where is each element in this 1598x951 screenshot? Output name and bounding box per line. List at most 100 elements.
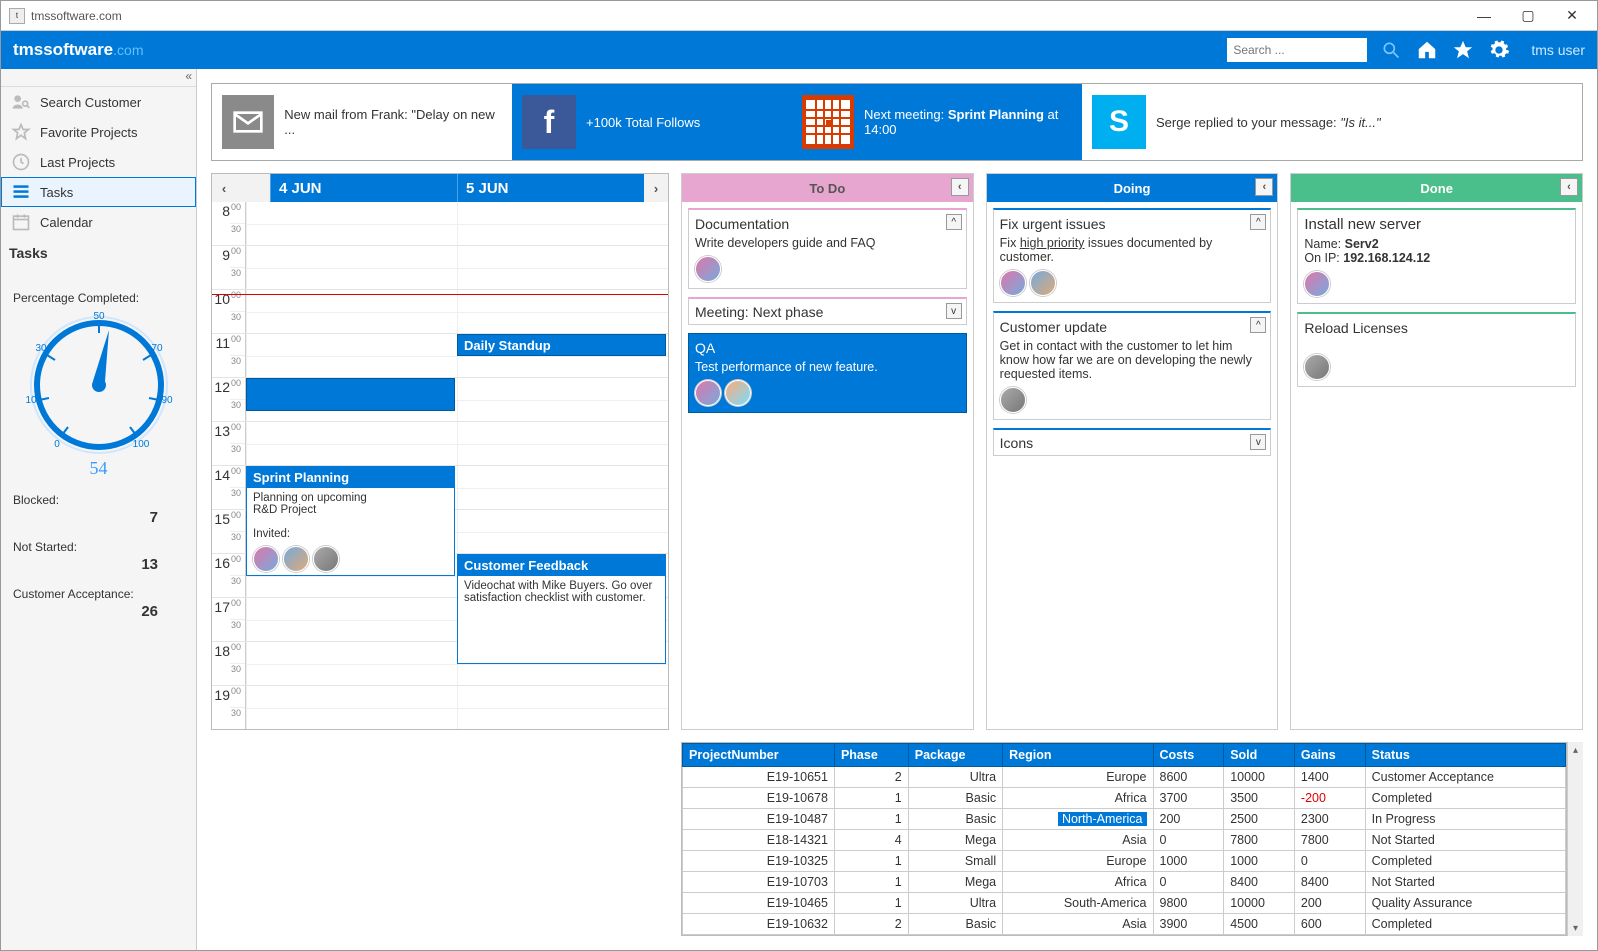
table-row[interactable]: E19-103251SmallEurope100010000Completed [683, 851, 1566, 872]
gear-icon[interactable] [1487, 38, 1511, 62]
card-icons[interactable]: v Icons [993, 428, 1272, 456]
svg-text:90: 90 [161, 395, 173, 406]
grid-cell: South-America [1003, 893, 1153, 914]
sidebar-item-label: Tasks [40, 185, 73, 200]
grid-cell: E19-10487 [683, 809, 835, 830]
calendar-day-header[interactable]: 5 JUN [457, 174, 644, 202]
grid-header[interactable]: Costs [1153, 744, 1224, 767]
sidebar-item-calendar[interactable]: Calendar [1, 207, 196, 237]
sidebar-item-search-customer[interactable]: Search Customer [1, 87, 196, 117]
calendar-event[interactable]: Customer FeedbackVideochat with Mike Buy… [457, 554, 666, 664]
card-customer-update[interactable]: ^ Customer update Get in contact with th… [993, 311, 1272, 420]
table-row[interactable]: E19-107031MegaAfrica084008400Not Started [683, 872, 1566, 893]
card-expand-icon[interactable]: v [946, 303, 962, 319]
card-expand-icon[interactable]: ^ [946, 214, 962, 230]
svg-text:0: 0 [54, 439, 60, 450]
grid-cell: 8600 [1153, 767, 1224, 788]
user-label[interactable]: tms user [1531, 42, 1585, 58]
card-qa[interactable]: QA Test performance of new feature. [688, 333, 967, 413]
grid-scrollbar[interactable]: ▴ ▾ [1567, 742, 1583, 936]
card-reload-licenses[interactable]: Reload Licenses [1297, 312, 1576, 387]
board-collapse-icon[interactable]: ‹ [1560, 178, 1578, 196]
sidebar-item-tasks[interactable]: Tasks [1, 177, 196, 207]
calendar-event[interactable]: Daily Standup [457, 334, 666, 356]
main-area: New mail from Frank: "Delay on new ... f… [197, 69, 1597, 950]
grid-cell: 1 [834, 809, 908, 830]
facebook-icon: f [522, 95, 576, 149]
tile-meeting[interactable]: Next meeting: Sprint Planning at 14:00 [792, 84, 1082, 160]
calendar-event[interactable]: Sprint PlanningPlanning on upcomingR&D P… [246, 466, 455, 576]
table-row[interactable]: E19-104651UltraSouth-America980010000200… [683, 893, 1566, 914]
grid-cell: Small [908, 851, 1002, 872]
calendar-icon [10, 211, 32, 233]
board-collapse-icon[interactable]: ‹ [1255, 178, 1273, 196]
grid-cell: E19-10465 [683, 893, 835, 914]
grid-header[interactable]: Status [1365, 744, 1565, 767]
star-icon[interactable] [1451, 38, 1475, 62]
grid-cell: -200 [1294, 788, 1365, 809]
card-expand-icon[interactable]: v [1250, 434, 1266, 450]
grid-cell: 1000 [1153, 851, 1224, 872]
table-row[interactable]: E19-106512UltraEurope8600100001400Custom… [683, 767, 1566, 788]
avatar [1000, 270, 1026, 296]
grid-cell: 8400 [1224, 872, 1295, 893]
calendar-day-header[interactable]: 4 JUN [270, 174, 457, 202]
sidebar-item-favorite-projects[interactable]: Favorite Projects [1, 117, 196, 147]
sidebar-item-last-projects[interactable]: Last Projects [1, 147, 196, 177]
maximize-button[interactable]: ▢ [1515, 6, 1541, 26]
home-icon[interactable] [1415, 38, 1439, 62]
grid-header[interactable]: Phase [834, 744, 908, 767]
tile-facebook[interactable]: f +100k Total Follows [512, 84, 792, 160]
grid-header[interactable]: Sold [1224, 744, 1295, 767]
card-title: Reload Licenses [1304, 320, 1569, 336]
scroll-up-icon[interactable]: ▴ [1568, 742, 1583, 758]
grid-cell: Basic [908, 914, 1002, 935]
card-body: Get in contact with the customer to let … [1000, 339, 1265, 381]
grid-cell: 7800 [1224, 830, 1295, 851]
close-button[interactable]: ✕ [1559, 6, 1585, 26]
grid-cell: 1 [834, 893, 908, 914]
board-collapse-icon[interactable]: ‹ [951, 178, 969, 196]
grid-cell: E18-14321 [683, 830, 835, 851]
grid-cell: 7800 [1294, 830, 1365, 851]
grid-cell: 600 [1294, 914, 1365, 935]
calendar-next[interactable]: › [644, 174, 668, 202]
calendar-prev[interactable]: ‹ [212, 174, 236, 202]
topbar: tmssoftware.com tms user [1, 31, 1597, 69]
minimize-button[interactable]: — [1471, 6, 1497, 26]
table-row[interactable]: E19-104871BasicNorth-America20025002300I… [683, 809, 1566, 830]
search-input[interactable] [1227, 38, 1367, 62]
grid-cell: 4500 [1224, 914, 1295, 935]
card-meeting-next-phase[interactable]: v Meeting: Next phase [688, 297, 967, 325]
grid-header[interactable]: Region [1003, 744, 1153, 767]
card-expand-icon[interactable]: ^ [1250, 317, 1266, 333]
svg-text:10: 10 [25, 395, 37, 406]
envelope-icon [222, 95, 274, 149]
search-icon[interactable] [1379, 38, 1403, 62]
scroll-down-icon[interactable]: ▾ [1568, 920, 1583, 936]
grid-header[interactable]: Package [908, 744, 1002, 767]
grid-header[interactable]: ProjectNumber [683, 744, 835, 767]
grid-cell: North-America [1003, 809, 1153, 830]
grid-cell: Completed [1365, 914, 1565, 935]
sidebar-section-title: Tasks [1, 237, 196, 269]
grid-header[interactable]: Gains [1294, 744, 1365, 767]
tile-skype[interactable]: S Serge replied to your message: "Is it.… [1082, 84, 1582, 160]
grid-cell: Ultra [908, 893, 1002, 914]
list-icon [10, 181, 32, 203]
table-row[interactable]: E19-106781BasicAfrica37003500-200Complet… [683, 788, 1566, 809]
grid-cell: 3900 [1153, 914, 1224, 935]
grid-cell: In Progress [1365, 809, 1565, 830]
tile-mail[interactable]: New mail from Frank: "Delay on new ... [212, 84, 512, 160]
card-expand-icon[interactable]: ^ [1250, 214, 1266, 230]
table-row[interactable]: E18-143214MegaAsia078007800Not Started [683, 830, 1566, 851]
card-title: Icons [1000, 435, 1033, 451]
card-fix-issues[interactable]: ^ Fix urgent issues Fix high priority is… [993, 208, 1272, 303]
sidebar-collapse[interactable]: « [1, 69, 196, 87]
calendar-event[interactable] [246, 378, 455, 411]
card-install-server[interactable]: Install new server Name: Serv2 On IP: 19… [1297, 208, 1576, 304]
card-documentation[interactable]: ^ Documentation Write developers guide a… [688, 208, 967, 289]
grid-cell: 2300 [1294, 809, 1365, 830]
grid-cell: Not Started [1365, 872, 1565, 893]
table-row[interactable]: E19-106322BasicAsia39004500600Completed [683, 914, 1566, 935]
